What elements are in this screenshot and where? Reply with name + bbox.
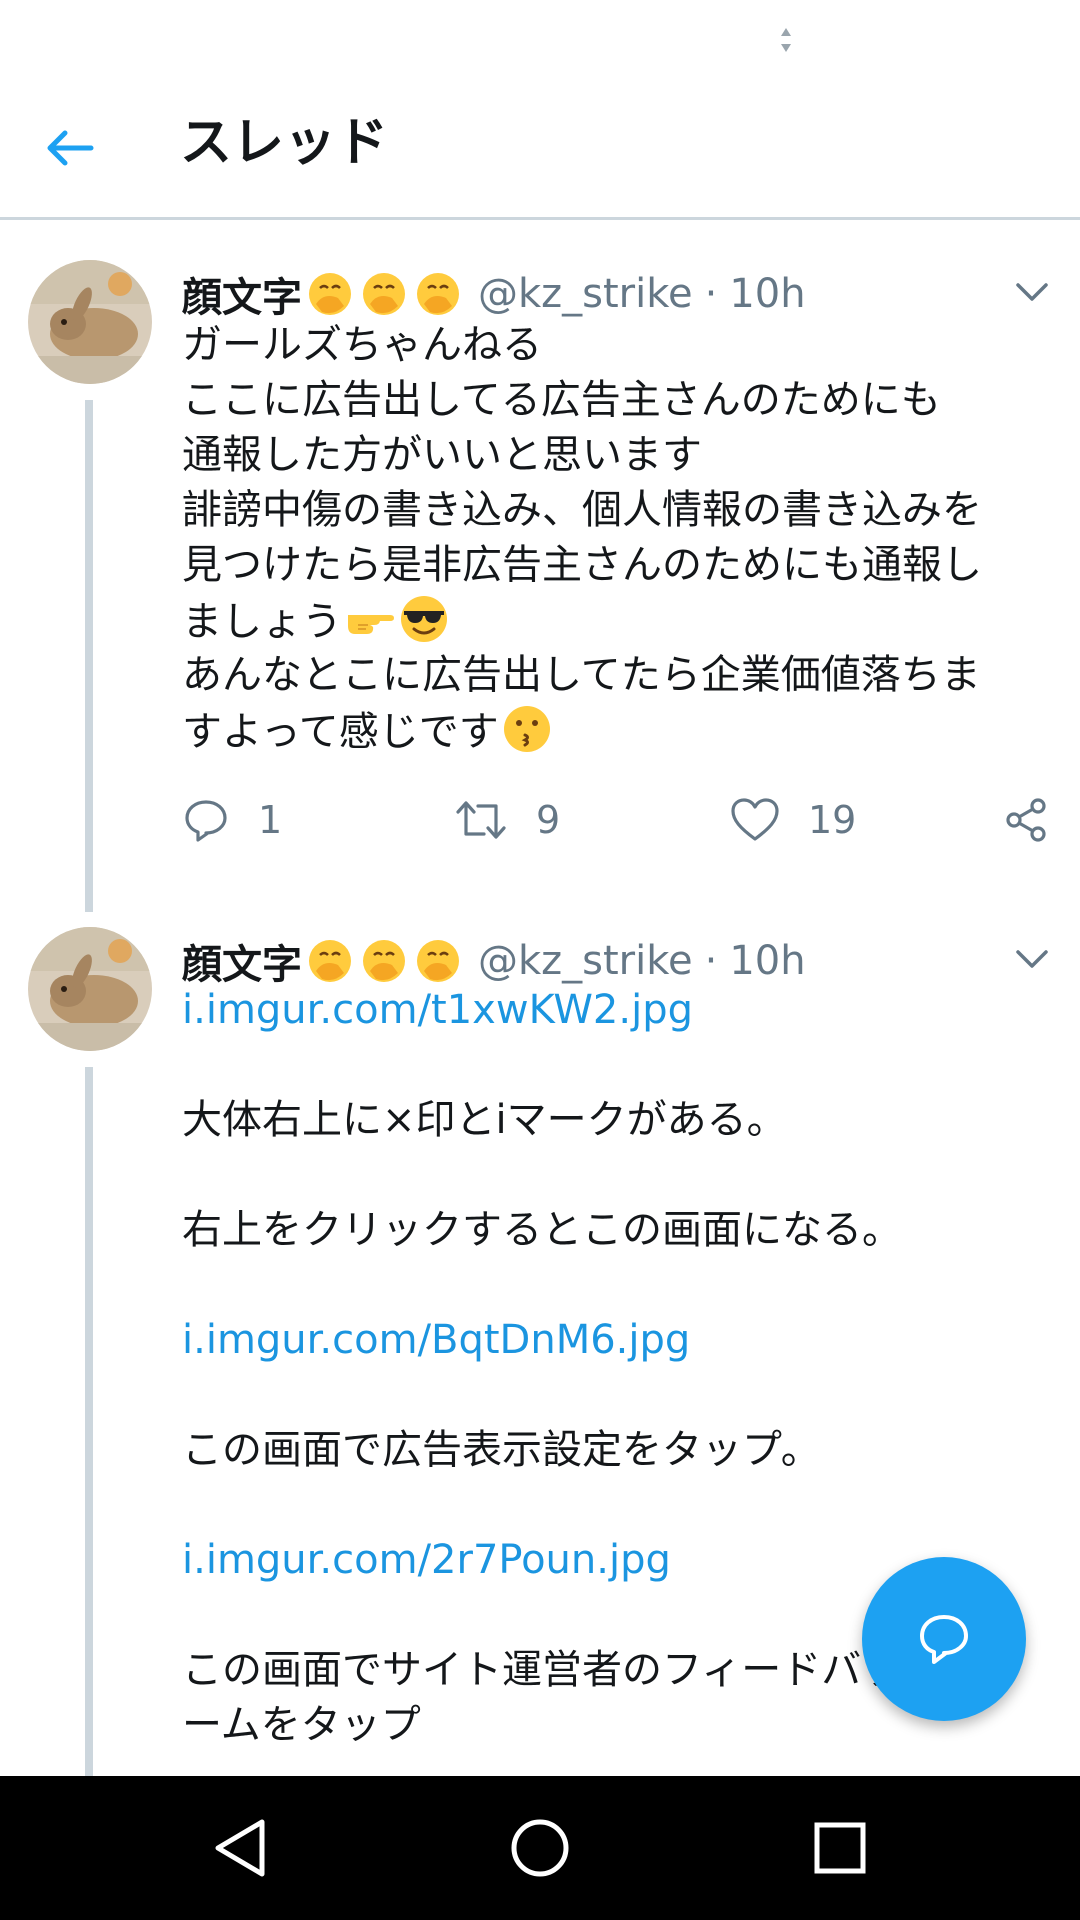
separator-dot: ·: [704, 938, 718, 984]
tweet[interactable]: 顔文字 @kz_strike · 10h ガールズちゃんねる ここに広告出してる…: [0, 260, 1080, 920]
tweet-text-segment: すよって感じです: [182, 709, 499, 755]
thread-line: [85, 400, 93, 912]
tweet-text-line: あんなとこに広告出してたら企業価値落ちま: [182, 652, 981, 698]
nav-home-icon: [511, 1819, 569, 1877]
timestamp: 10h: [729, 271, 806, 317]
tweet-header: 顔文字 @kz_strike · 10h: [182, 264, 806, 324]
nav-recents-icon: [814, 1822, 866, 1874]
tweet-actions: 1 9 19: [182, 790, 1062, 850]
tweet-text-line: 大体右上に×印とiマークがある。: [182, 1097, 787, 1143]
tweet-text-line: ガールズちゃんねる: [182, 322, 542, 368]
tweet-text-line: 右上をクリックするとこの画面になる。: [182, 1207, 902, 1253]
display-name[interactable]: 顔文字: [182, 932, 302, 990]
hand-over-mouth-emoji-icon: [417, 273, 459, 315]
tweet-text-line: ここに広告出してる広告主さんのためにも: [182, 377, 941, 423]
compose-reply-icon: [920, 1615, 968, 1664]
separator-dot: ·: [704, 271, 718, 317]
rabbit-avatar-image: [28, 927, 152, 1051]
pointing-hand-emoji-icon: [348, 615, 394, 634]
nav-back-icon: [215, 1819, 265, 1877]
reply-icon: [185, 800, 227, 842]
nav-home-button[interactable]: [500, 1808, 580, 1888]
avatar[interactable]: [28, 260, 152, 384]
retweet-button[interactable]: 9: [454, 790, 560, 850]
tweet-text-line: 通報した方がいいと思います: [182, 432, 702, 478]
like-button[interactable]: 19: [730, 790, 856, 850]
system-nav-bar: [0, 1776, 1080, 1920]
sort-indicator-icon: [781, 28, 791, 52]
image-link[interactable]: i.imgur.com/t1xwKW2.jpg: [182, 983, 1042, 1038]
tweet-text-line: この画面で広告表示設定をタップ。: [182, 1427, 821, 1473]
share-icon: [1006, 798, 1046, 842]
tweet-text-line: 見つけたら是非広告主さんのためにも通報し: [182, 542, 982, 588]
hand-over-mouth-emoji-icon: [363, 273, 405, 315]
rabbit-avatar-image: [28, 260, 152, 384]
timestamp: 10h: [729, 938, 806, 984]
like-count: 19: [808, 798, 857, 842]
hand-over-mouth-emoji-icon: [309, 940, 351, 982]
reply-button[interactable]: 1: [182, 790, 282, 850]
like-icon: [731, 798, 779, 841]
nav-recents-button[interactable]: [800, 1808, 880, 1888]
caret-down-icon[interactable]: [1012, 272, 1052, 312]
status-bar: [0, 0, 1080, 82]
compose-reply-button[interactable]: [862, 1557, 1026, 1721]
retweet-count: 9: [536, 798, 561, 842]
nav-back-button[interactable]: [200, 1808, 280, 1888]
tweet-text-segment: ましょう: [182, 599, 342, 645]
app-header: スレッド: [0, 82, 1080, 220]
tweet-text: ガールズちゃんねる ここに広告出してる広告主さんのためにも 通報した方がいいと思…: [182, 318, 1042, 758]
kissing-face-emoji-icon: [503, 706, 550, 752]
display-name[interactable]: 顔文字: [182, 265, 302, 323]
name-emojis: [306, 937, 462, 985]
name-emojis: [306, 270, 462, 318]
user-handle[interactable]: @kz_strike: [478, 271, 693, 317]
caret-down-icon[interactable]: [1012, 939, 1052, 979]
tweet-text-line-with-emoji: ましょう: [182, 593, 1042, 648]
back-button[interactable]: [40, 118, 100, 178]
sunglasses-emoji-icon: [401, 596, 447, 642]
retweet-icon: [456, 801, 506, 839]
user-handle[interactable]: @kz_strike: [478, 938, 693, 984]
thread-line: [85, 1067, 93, 1776]
hand-over-mouth-emoji-icon: [363, 940, 405, 982]
avatar[interactable]: [28, 927, 152, 1051]
tweet-text-line-with-emoji: すよって感じです: [182, 703, 1042, 758]
image-link[interactable]: i.imgur.com/BqtDnM6.jpg: [182, 1313, 1042, 1368]
share-button[interactable]: [1002, 790, 1050, 850]
hand-over-mouth-emoji-icon: [309, 273, 351, 315]
back-arrow-icon: [47, 130, 94, 166]
tweet-text-line: 誹謗中傷の書き込み、個人情報の書き込みを: [182, 487, 982, 533]
page-title: スレッド: [180, 113, 389, 173]
hand-over-mouth-emoji-icon: [417, 940, 459, 982]
reply-count: 1: [258, 798, 283, 842]
tweet-header: 顔文字 @kz_strike · 10h: [182, 931, 806, 991]
